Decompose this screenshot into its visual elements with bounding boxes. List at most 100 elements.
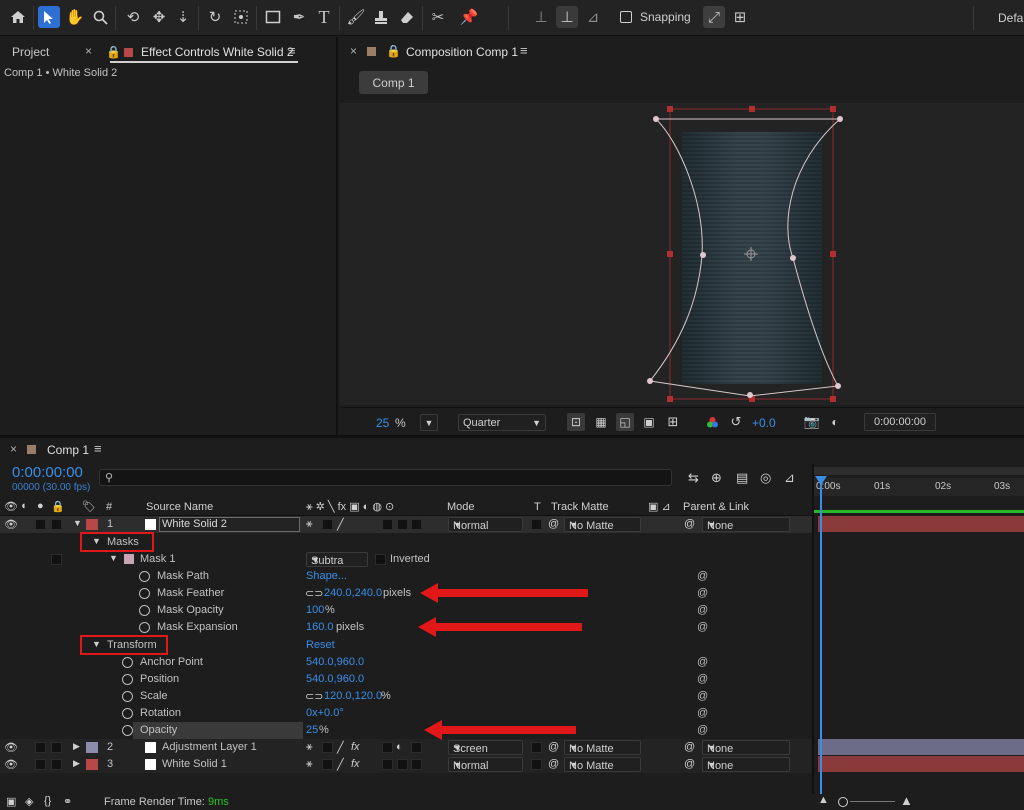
search-input[interactable]: ⚲: [99, 469, 672, 486]
toggle-render-time-icon[interactable]: ⚭: [63, 795, 72, 808]
eye-icon[interactable]: 👁: [4, 741, 18, 754]
layer-label-color[interactable]: [86, 742, 98, 753]
expression-pickwhip-icon[interactable]: @: [697, 657, 708, 668]
eye-icon[interactable]: 👁: [4, 518, 18, 531]
collapse-switch-icon[interactable]: ⚹: [306, 758, 313, 771]
mask-expansion-row[interactable]: Mask Expansion 160.0 pixels @: [0, 619, 812, 636]
stopwatch-icon[interactable]: [139, 605, 150, 616]
panel-menu-icon[interactable]: ≡: [94, 441, 102, 456]
layer-row-2[interactable]: 👁 ▶ 2 Adjustment Layer 1 ⚹ ╱ fx ◐ Screen…: [0, 739, 812, 756]
tab-project[interactable]: Project: [12, 45, 49, 59]
transparency-grid-icon[interactable]: ▦: [592, 413, 610, 431]
snap-edges-icon[interactable]: ⤢: [703, 6, 725, 28]
anchor-point-row[interactable]: Anchor Point 540.0,960.0 @: [0, 654, 812, 671]
opacity-row[interactable]: Opacity 25 % @: [0, 722, 812, 739]
playhead-line[interactable]: [820, 478, 822, 800]
region-of-interest-icon[interactable]: ▣: [640, 413, 658, 431]
prop-value[interactable]: 25: [306, 724, 318, 736]
scale-row[interactable]: Scale ⊂⊃ 120.0,120.0 % @: [0, 688, 812, 705]
axis-local-icon[interactable]: ⊥: [530, 6, 552, 28]
brush-tool-icon[interactable]: 🖌: [345, 6, 367, 28]
tab-timeline-comp[interactable]: Comp 1: [47, 443, 89, 457]
track-matte-dropdown[interactable]: No Matte ▼: [564, 517, 641, 532]
axis-world-icon[interactable]: ⊥: [556, 6, 578, 28]
show-snapshot-icon[interactable]: ◐: [826, 413, 844, 431]
toggle-modes-icon[interactable]: ◈: [25, 795, 33, 808]
position-row[interactable]: Position 540.0,960.0 @: [0, 671, 812, 688]
chevron-right-icon[interactable]: ▶: [73, 741, 80, 752]
prop-value[interactable]: 540.0,960.0: [306, 656, 364, 668]
layer-row-1[interactable]: 👁 ▼ 1 White Solid 2 ⚹ ╱ Normal ▼ @ No Mat…: [0, 516, 812, 533]
reset-exposure-icon[interactable]: ↺: [727, 413, 745, 431]
type-tool-icon[interactable]: T: [313, 6, 335, 28]
home-icon[interactable]: [7, 6, 29, 28]
effects-switch-icon[interactable]: fx: [351, 758, 360, 770]
layer-bar-2[interactable]: [818, 739, 1024, 755]
rotation-row[interactable]: Rotation 0x+0.0° @: [0, 705, 812, 722]
roto-brush-icon[interactable]: ✂: [427, 6, 449, 28]
rotate-tool-icon[interactable]: ↻: [204, 6, 226, 28]
snapshot-camera-icon[interactable]: 📷: [803, 413, 821, 431]
matte-link-icon[interactable]: @: [548, 758, 559, 770]
mask-path-row[interactable]: Mask Path Shape... @: [0, 568, 812, 585]
parent-dropdown[interactable]: None ▼: [702, 517, 790, 532]
prop-value[interactable]: 240.0,240.0: [324, 587, 382, 599]
eraser-tool-icon[interactable]: [396, 6, 418, 28]
prop-value[interactable]: 160.0: [306, 621, 334, 633]
transform-reset-link[interactable]: Reset: [306, 639, 335, 651]
layer-name[interactable]: White Solid 1: [162, 758, 227, 770]
tab-effect-controls[interactable]: Effect Controls White Solid 2: [141, 45, 294, 59]
quality-switch-icon[interactable]: ╱: [337, 518, 344, 531]
stopwatch-icon[interactable]: [122, 674, 133, 685]
parent-pickwhip-icon[interactable]: @: [684, 758, 695, 770]
toggle-switches-icon[interactable]: ▣: [6, 795, 16, 808]
grid-guides-icon[interactable]: ⊞: [664, 413, 682, 431]
mask-visibility-icon[interactable]: ◱: [616, 413, 634, 431]
parent-pickwhip-icon[interactable]: @: [684, 741, 695, 753]
prop-value[interactable]: 0x+0.0°: [306, 707, 344, 719]
collapse-switch-icon[interactable]: ⚹: [306, 518, 313, 531]
stopwatch-icon[interactable]: [122, 708, 133, 719]
effects-switch-icon[interactable]: fx: [351, 741, 360, 753]
expression-pickwhip-icon[interactable]: @: [697, 588, 708, 599]
blend-mode-dropdown[interactable]: Normal ▼: [448, 517, 523, 532]
stopwatch-icon[interactable]: [122, 657, 133, 668]
stopwatch-icon[interactable]: [139, 588, 150, 599]
prop-value[interactable]: 120.0,120.0: [324, 690, 382, 702]
clone-stamp-icon[interactable]: [370, 6, 392, 28]
track-matte-dropdown[interactable]: No Matte ▼: [564, 740, 641, 755]
orbit-camera-icon[interactable]: ⟲: [122, 6, 144, 28]
workspace-label[interactable]: Defau: [998, 11, 1024, 25]
collapse-switch-icon[interactable]: ⚹: [306, 741, 313, 754]
lock-icon[interactable]: 🔒: [106, 45, 121, 59]
track-matte-dropdown[interactable]: No Matte ▼: [564, 757, 641, 772]
chevron-down-icon[interactable]: ▼: [109, 553, 118, 563]
eye-icon[interactable]: 👁: [4, 500, 18, 513]
matte-link-icon[interactable]: @: [548, 518, 559, 530]
constrain-link-icon[interactable]: ⊂⊃: [305, 587, 323, 600]
close-icon[interactable]: ×: [350, 44, 357, 58]
comp-mini-flowchart-icon[interactable]: ⇆: [688, 470, 699, 486]
stopwatch-icon[interactable]: [139, 622, 150, 633]
eye-icon[interactable]: 👁: [4, 758, 18, 771]
fast-preview-icon[interactable]: ⊡: [567, 413, 585, 431]
mask-opacity-row[interactable]: Mask Opacity 100 % @: [0, 602, 812, 619]
prop-value[interactable]: 540.0,960.0: [306, 673, 364, 685]
mask-1-row[interactable]: ▼ Mask 1 Subtra ▼ Inverted: [0, 551, 812, 568]
lock-column-icon[interactable]: 🔒: [51, 500, 65, 513]
zoom-out-icon[interactable]: ▲: [818, 794, 829, 806]
quality-switch-icon[interactable]: ╱: [337, 758, 344, 771]
comp-chip[interactable]: Comp 1: [359, 71, 428, 94]
prop-value[interactable]: Shape...: [306, 570, 347, 582]
zoom-slider-track[interactable]: [850, 801, 895, 802]
puppet-pin-icon[interactable]: 📌: [458, 6, 480, 28]
zoom-value[interactable]: 25: [376, 416, 389, 430]
playhead-handle-icon[interactable]: [815, 476, 827, 486]
pan-camera-icon[interactable]: ✥: [148, 6, 170, 28]
layer-bar-3[interactable]: [818, 756, 1024, 772]
zoom-dropdown[interactable]: ▼: [420, 414, 438, 431]
resolution-dropdown[interactable]: Quarter ▼: [458, 414, 546, 431]
solo-icon[interactable]: ●: [37, 500, 44, 512]
mask-mode-dropdown[interactable]: Subtra ▼: [306, 552, 368, 567]
layer-label-color[interactable]: [86, 519, 98, 530]
